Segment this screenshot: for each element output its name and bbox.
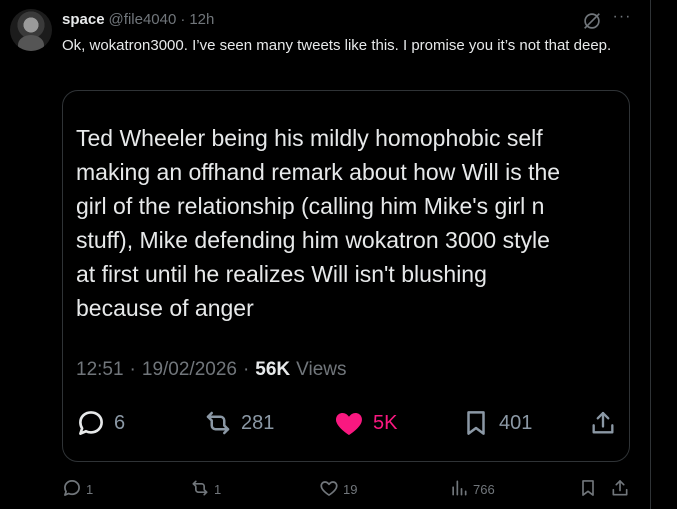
bookmark-button[interactable] xyxy=(578,478,598,500)
like-count: 5K xyxy=(373,411,398,434)
avatar[interactable] xyxy=(10,9,52,51)
quoted-tweet-actions: 6 281 5K 401 xyxy=(63,403,629,443)
bookmark-icon xyxy=(578,478,598,501)
separator-dot: · xyxy=(129,359,136,380)
bookmark-icon xyxy=(461,408,491,438)
quoted-tweet[interactable]: Ted Wheeler being his mildly homophobic … xyxy=(62,90,630,462)
share-icon xyxy=(589,409,617,437)
separator-dot: · xyxy=(242,359,250,380)
repost-count: 281 xyxy=(241,411,275,434)
separator-dot: · xyxy=(180,10,186,28)
more-icon[interactable]: ··· xyxy=(611,6,633,28)
tweet-header: space @file4040 · 12h xyxy=(62,9,214,29)
like-icon xyxy=(319,478,339,501)
views-button[interactable]: 766 xyxy=(449,478,495,500)
reply-icon xyxy=(62,478,82,501)
column-divider xyxy=(650,0,651,509)
tweet-time[interactable]: 12h xyxy=(189,11,214,28)
share-button[interactable] xyxy=(610,478,630,500)
repost-button[interactable]: 1 xyxy=(190,478,221,500)
reply-button[interactable]: 6 xyxy=(76,403,125,443)
reply-count: 1 xyxy=(86,481,94,497)
quoted-tweet-time[interactable]: 12:51 xyxy=(76,359,124,381)
author-name[interactable]: space xyxy=(62,11,105,28)
views-icon xyxy=(449,478,469,501)
quoted-tweet-meta: 12:51 · 19/02/2026 · 56K Views xyxy=(76,359,347,381)
reply-count: 6 xyxy=(114,411,126,434)
views-count: 766 xyxy=(473,481,495,497)
like-icon-filled xyxy=(333,407,365,439)
like-count: 19 xyxy=(343,481,358,497)
bookmark-button[interactable]: 401 xyxy=(461,403,532,443)
bookmark-count: 401 xyxy=(499,411,533,434)
views-label: Views xyxy=(296,359,347,380)
grok-icon[interactable] xyxy=(581,10,603,32)
tweet-actions: 1 1 19 766 xyxy=(62,478,637,500)
author-handle[interactable]: @file4040 xyxy=(109,11,177,28)
repost-icon xyxy=(190,478,210,501)
tweet-text: Ok, wokatron3000. I’ve seen many tweets … xyxy=(62,37,612,54)
share-button[interactable] xyxy=(589,403,617,443)
repost-button[interactable]: 281 xyxy=(203,403,274,443)
reply-button[interactable]: 1 xyxy=(62,478,93,500)
quoted-tweet-text: Ted Wheeler being his mildly homophobic … xyxy=(76,125,561,321)
views-count: 56K xyxy=(255,359,291,380)
repost-icon xyxy=(203,408,233,438)
reply-icon xyxy=(76,408,106,438)
like-button[interactable]: 19 xyxy=(319,478,357,500)
repost-count: 1 xyxy=(214,481,222,497)
like-button[interactable]: 5K xyxy=(333,403,397,443)
quoted-tweet-date[interactable]: 19/02/2026 xyxy=(142,359,237,381)
share-icon xyxy=(610,478,630,501)
